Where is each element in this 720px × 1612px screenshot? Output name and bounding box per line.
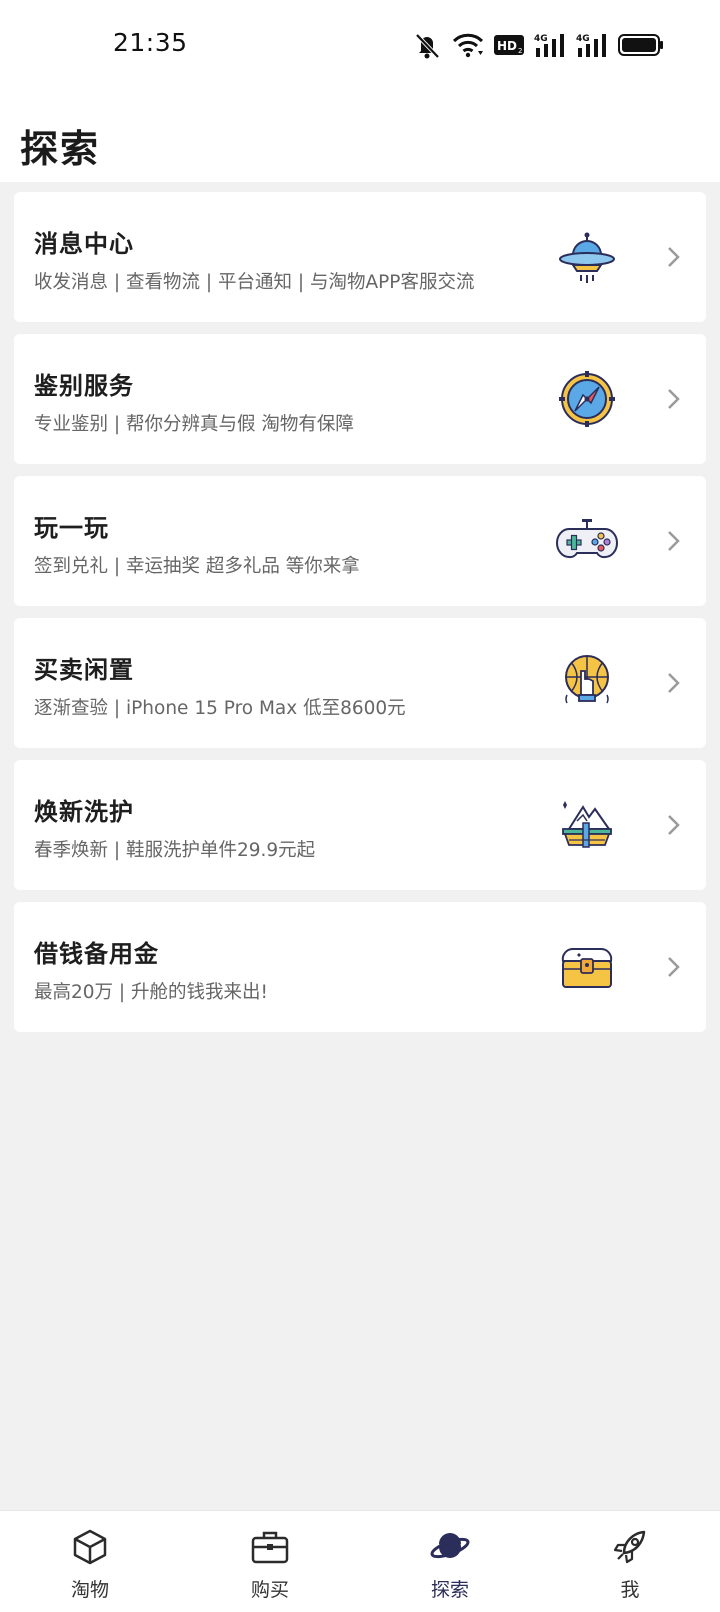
signal-4g-icon: 4G [534,32,566,58]
card-secondhand-trade[interactable]: 买卖闲置 逐渐查验 | iPhone 15 Pro Max 低至8600元 [14,618,706,748]
explore-list: 消息中心 收发消息 | 查看物流 | 平台通知 | 与淘物APP客服交流 鉴别服… [14,192,706,1044]
nav-item-explore[interactable]: 探索 [360,1511,540,1612]
card-message-center[interactable]: 消息中心 收发消息 | 查看物流 | 平台通知 | 与淘物APP客服交流 [14,192,706,322]
card-title: 借钱备用金 [34,940,159,968]
card-subtitle: 签到兑礼 | 幸运抽奖 超多礼品 等你来拿 [34,556,360,577]
nav-item-taowu[interactable]: 淘物 [0,1511,180,1612]
gamepad-icon [555,509,619,573]
card-subtitle: 专业鉴别 | 帮你分辨真与假 淘物有保障 [34,414,354,435]
battery-icon [618,34,664,56]
card-title: 消息中心 [34,230,134,258]
bell-muted-icon [412,31,442,59]
nav-label: 淘物 [70,1579,109,1601]
chevron-right-icon [666,245,682,269]
card-subtitle: 最高20万 | 升舱的钱我来出! [34,982,268,1003]
hd-icon: HD 2 [494,34,524,56]
card-borrow-reserve[interactable]: 借钱备用金 最高20万 | 升舱的钱我来出! [14,902,706,1032]
nav-label: 我 [620,1579,640,1601]
status-time: 21:35 [113,28,188,57]
card-play[interactable]: 玩一玩 签到兑礼 | 幸运抽奖 超多礼品 等你来拿 [14,476,706,606]
nav-item-buy[interactable]: 购买 [180,1511,360,1612]
nav-label: 购买 [250,1579,289,1601]
card-subtitle: 春季焕新 | 鞋服洗护单件29.9元起 [34,840,316,861]
svg-text:4G: 4G [576,34,590,44]
chevron-right-icon [666,671,682,695]
card-subtitle: 逐渐查验 | iPhone 15 Pro Max 低至8600元 [34,698,406,719]
bottom-nav: 淘物 购买 探索 我 [0,1510,720,1612]
svg-text:2: 2 [518,47,522,55]
nav-item-me[interactable]: 我 [540,1511,720,1612]
basketball-hand-icon [555,651,619,715]
rocket-icon [610,1527,650,1567]
chevron-right-icon [666,955,682,979]
status-bar: 21:35 HD 2 4G 4G [0,0,720,92]
compass-icon [555,367,619,431]
page-title: 探索 [20,127,101,171]
planet-icon [430,1527,470,1567]
card-title: 玩一玩 [34,514,109,542]
treasure-chest-icon [555,935,619,999]
card-title: 焕新洗护 [34,798,134,826]
card-subtitle: 收发消息 | 查看物流 | 平台通知 | 与淘物APP客服交流 [34,272,475,293]
svg-text:4G: 4G [534,34,548,44]
briefcase-icon [250,1527,290,1567]
chevron-right-icon [666,813,682,837]
card-title: 买卖闲置 [34,656,134,684]
nav-label: 探索 [430,1579,469,1601]
mountain-island-icon [555,793,619,857]
chevron-right-icon [666,529,682,553]
svg-text:HD: HD [497,39,517,53]
chevron-right-icon [666,387,682,411]
wifi-icon [452,32,484,58]
cube-icon [70,1527,110,1567]
ufo-icon [555,225,619,289]
card-renew-wash[interactable]: 焕新洗护 春季焕新 | 鞋服洗护单件29.9元起 [14,760,706,890]
card-authentication-service[interactable]: 鉴别服务 专业鉴别 | 帮你分辨真与假 淘物有保障 [14,334,706,464]
signal-4g-icon: 4G [576,32,608,58]
card-title: 鉴别服务 [34,372,134,400]
status-icons: HD 2 4G 4G [412,28,664,62]
page-header: 探索 [0,92,720,182]
